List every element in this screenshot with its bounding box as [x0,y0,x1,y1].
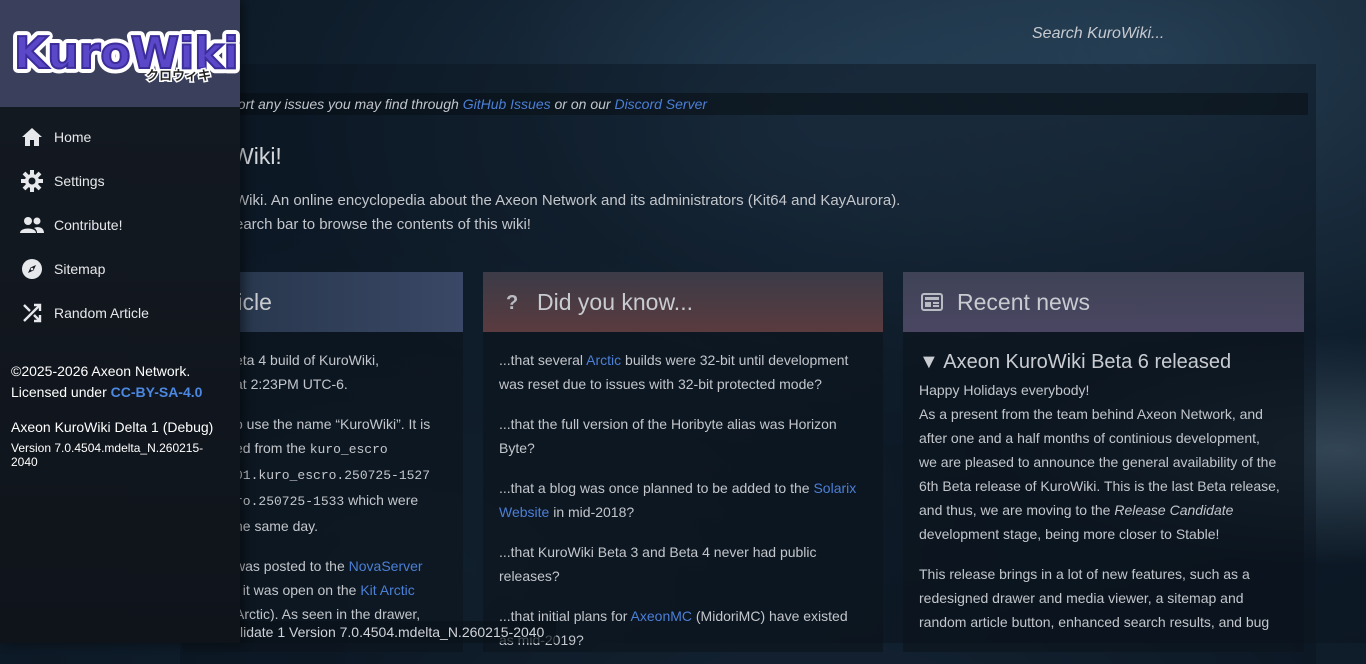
question-mark-icon: ? [501,291,523,313]
nav-item-sitemap[interactable]: Sitemap [0,247,240,291]
fact-item: ...that a blog was once planned to be ad… [499,476,867,524]
drawer-nav: Home Settings Contribute! Sitemap Random… [0,115,240,335]
notice-bar: port any issues you may find through Git… [230,93,1308,115]
news-paragraph: This release brings in a lot of new feat… [919,562,1288,634]
github-issues-link[interactable]: GitHub Issues [463,96,551,112]
solarix-website-link[interactable]: Website [499,504,549,520]
nav-item-home[interactable]: Home [0,115,240,159]
news-paragraph: Happy Holidays everybody! As a present f… [919,378,1288,546]
featured-paragraph: was posted to the NovaServer f it was op… [235,554,447,626]
nav-item-contribute[interactable]: Contribute! [0,203,240,247]
text-line: f it was open on the [235,582,361,598]
nav-item-label: Random Article [54,305,149,321]
recent-news-body: ▼ Axeon KuroWiki Beta 6 released Happy H… [903,332,1304,634]
text-line: Happy Holidays everybody! [919,382,1090,398]
did-you-know-heading: Did you know... [537,288,693,315]
fact-item: ...that the full version of the Horibyte… [499,412,867,460]
text-line: which were [344,492,419,508]
kit-arctic-link[interactable]: Kit Arctic [360,582,414,598]
axeonmc-link[interactable]: AxeonMC [631,608,692,624]
kurowiki-logo: KuroWiki KuroWiki クロウィキ クロウィキ [9,23,244,86]
svg-text:クロウィキ: クロウィキ [146,69,211,84]
text-line: at 2:23PM UTC-6. [235,376,348,392]
did-you-know-body: ...that several Arctic builds were 32-bi… [483,332,883,652]
nav-item-random-article[interactable]: Random Article [0,291,240,335]
did-you-know-header: ? Did you know... [483,272,883,332]
text-line: random article button, enhanced search r… [919,614,1270,630]
gear-icon [20,169,44,193]
did-you-know-card: ? Did you know... ...that several Arctic… [483,272,883,652]
people-icon [20,213,44,237]
text-line: builds were 32-bit until development [621,352,849,368]
recent-news-card: Recent news ▼ Axeon KuroWiki Beta 6 rele… [903,272,1304,652]
text-line: releases? [499,568,560,584]
nav-item-label: Settings [54,173,105,189]
shuffle-icon [20,301,44,325]
news-item-toggle[interactable]: ▼ Axeon KuroWiki Beta 6 released [919,350,1288,374]
text-line: was reset due to issues with 32-bit prot… [499,376,822,392]
license-link[interactable]: CC-BY-SA-4.0 [111,384,203,400]
search-input[interactable] [1030,20,1334,48]
fact-item: ...that several Arctic builds were 32-bi… [499,348,867,396]
recent-news-header: Recent news [903,272,1304,332]
copyright: ©2025-2026 Axeon Network. Licensed under… [0,361,240,403]
svg-text:?: ? [506,292,518,313]
nav-item-label: Sitemap [54,261,106,277]
nav-item-label: Home [54,129,92,145]
text-line: This release brings in a lot of new feat… [919,566,1250,582]
text-line: in mid-2018? [549,504,635,520]
text-line: (MidoriMC) have existed [692,608,848,624]
footer-version: lidate 1 Version 7.0.4504.mdelta_N.26021… [240,621,557,643]
code-text: kuro_escro [309,442,388,457]
text-line: and thus, we are moving to the [919,502,1115,518]
text-line: eta 4 build of KuroWiki, [235,352,379,368]
recent-news-heading: Recent news [957,288,1090,315]
code-text: 01.kuro_escro.250725-1527 [235,468,431,483]
text-line: As a present from the team behind Axeon … [919,406,1263,422]
emphasis-text: Release Candidate [1114,502,1234,518]
text-line: Arctic). As seen in the drawer, [235,606,421,622]
text-line: he same day. [235,518,319,534]
text-line: 6th Beta release of KuroWiki. This is th… [919,478,1280,494]
text-line: ...that KuroWiki Beta 3 and Beta 4 never… [499,544,817,560]
nav-item-settings[interactable]: Settings [0,159,240,203]
text-line: redesigned drawer and media viewer, a si… [919,590,1244,606]
newspaper-icon [921,291,943,313]
text-line: ...that a blog was once planned to be ad… [499,480,814,496]
build-name: Axeon KuroWiki Delta 1 (Debug) [11,419,214,435]
license-line: Licensed under CC-BY-SA-4.0 [11,382,229,403]
compass-icon [20,257,44,281]
fact-item: ...that KuroWiki Beta 3 and Beta 4 never… [499,540,867,588]
copyright-line: ©2025-2026 Axeon Network. [11,363,191,379]
solarix-website-link[interactable]: Solarix [813,480,856,496]
navigation-drawer: KuroWiki KuroWiki クロウィキ クロウィキ Home Setti… [0,0,244,643]
text-line: was posted to the [235,558,349,574]
arctic-link[interactable]: Arctic [586,352,621,368]
intro-line: earch bar to browse the contents of this… [235,216,531,233]
novaserver-link[interactable]: NovaServer [349,558,423,574]
text-line: after one and a half months of continiou… [919,430,1260,446]
intro-line: Wiki. An online encyclopedia about the A… [235,192,901,209]
text-line: Byte? [499,440,535,456]
text-line: ed from the [235,440,310,456]
featured-paragraph: o use the name “KuroWiki”. It is ed from… [235,412,447,538]
featured-paragraph: eta 4 build of KuroWiki, at 2:23PM UTC-6… [235,348,447,396]
home-icon [20,125,44,149]
text-line: ...that several [499,352,587,368]
text-line: we are pleased to announce the general a… [919,454,1277,470]
intro-text: Wiki. An online encyclopedia about the A… [235,189,900,237]
notice-text: port any issues you may find through [230,96,463,112]
nav-item-label: Contribute! [54,217,123,233]
text-line: o use the name “KuroWiki”. It is [235,416,431,432]
logo-area[interactable]: KuroWiki KuroWiki クロウィキ クロウィキ [0,0,244,107]
code-text: ro.250725-1533 [235,494,345,509]
text-line: ...that the full version of the Horibyte… [499,416,837,432]
text-line: development stage, being more closer to … [919,526,1220,542]
notice-text-middle: or on our [550,96,615,112]
license-prefix: Licensed under [11,384,111,400]
discord-server-link[interactable]: Discord Server [614,96,707,112]
build-version: Version 7.0.4504.mdelta_N.260215-2040 [11,441,204,469]
